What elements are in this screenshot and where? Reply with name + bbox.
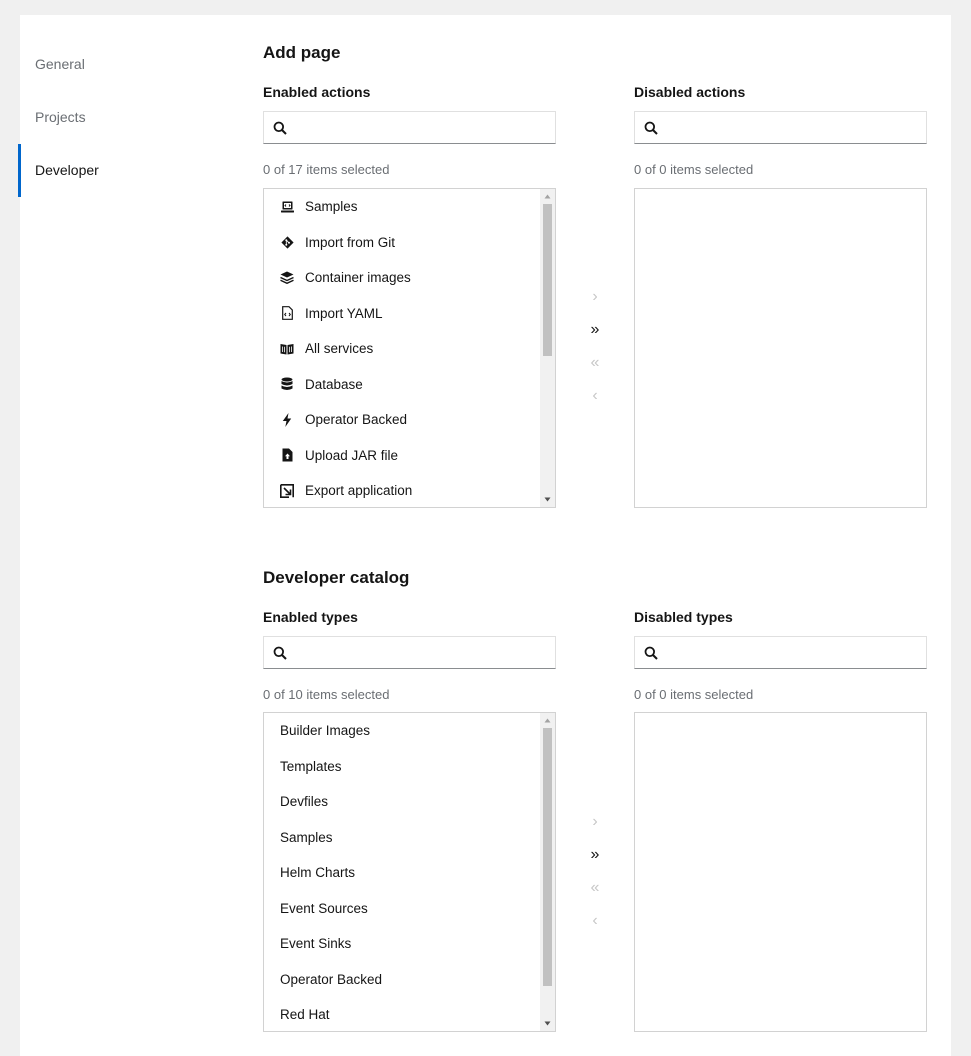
scroll-down-arrow-icon[interactable] — [540, 492, 555, 507]
list-item[interactable]: Event Sources — [264, 891, 555, 927]
disabled-types-list[interactable] — [634, 712, 927, 1032]
list-item[interactable]: Import from Git — [264, 225, 555, 261]
tab-general[interactable]: General — [20, 38, 220, 91]
file-upload-icon — [280, 448, 294, 462]
scrollbar[interactable] — [540, 713, 555, 1031]
list-item-label: Operator Backed — [305, 412, 408, 428]
enabled-types-search[interactable] — [263, 636, 556, 669]
search-icon — [273, 121, 287, 135]
enabled-actions-count: 0 of 17 items selected — [263, 162, 390, 177]
layer-group-icon — [280, 271, 294, 285]
disabled-actions-search[interactable] — [634, 111, 927, 144]
enabled-types-list[interactable]: Builder Images Templates Devfiles Sample… — [263, 712, 556, 1032]
list-item[interactable]: Upload JAR file — [264, 438, 555, 474]
list-item[interactable]: Samples — [264, 189, 555, 225]
enabled-types-label: Enabled types — [263, 609, 358, 625]
list-item[interactable]: Helm Charts — [264, 855, 555, 891]
disabled-actions-search-input[interactable] — [665, 112, 920, 143]
tab-developer[interactable]: Developer — [18, 144, 220, 197]
list-item[interactable]: All services — [264, 331, 555, 367]
remove-selected-button[interactable]: ‹ — [585, 911, 605, 931]
search-icon — [644, 121, 658, 135]
scrollbar-thumb[interactable] — [543, 728, 552, 986]
book-icon — [280, 342, 294, 356]
list-item-label: Samples — [305, 199, 358, 215]
enabled-actions-search[interactable] — [263, 111, 556, 144]
list-item[interactable]: Red Hat — [264, 997, 555, 1031]
remove-all-button[interactable]: « — [585, 353, 605, 373]
search-icon — [273, 646, 287, 660]
scroll-up-arrow-icon[interactable] — [540, 713, 555, 728]
add-all-button[interactable]: » — [585, 845, 605, 865]
scrollbar-thumb[interactable] — [543, 204, 552, 356]
tab-projects[interactable]: Projects — [20, 91, 220, 144]
list-item[interactable]: Operator Backed — [264, 402, 555, 438]
file-code-icon — [280, 306, 294, 321]
remove-all-button[interactable]: « — [585, 878, 605, 898]
list-item[interactable]: Container images — [264, 260, 555, 296]
search-icon — [644, 646, 658, 660]
list-item-label: Container images — [305, 270, 411, 286]
git-icon — [280, 235, 294, 249]
list-item[interactable]: Database — [264, 367, 555, 403]
disabled-actions-count: 0 of 0 items selected — [634, 162, 754, 177]
disabled-actions-list[interactable] — [634, 188, 927, 508]
add-selected-button[interactable]: › — [585, 287, 605, 307]
disabled-types-search-input[interactable] — [665, 637, 920, 668]
add-all-button[interactable]: » — [585, 320, 605, 340]
enabled-actions-search-input[interactable] — [294, 112, 549, 143]
list-item[interactable]: Event Sinks — [264, 926, 555, 962]
list-item-label: Import YAML — [305, 305, 383, 321]
enabled-actions-list[interactable]: Samples Import from Git Container images… — [263, 188, 556, 508]
add-page-title: Add page — [263, 43, 341, 62]
scroll-up-arrow-icon[interactable] — [540, 189, 555, 204]
enabled-actions-label: Enabled actions — [263, 84, 371, 100]
remove-selected-button[interactable]: ‹ — [585, 386, 605, 406]
disabled-types-label: Disabled types — [634, 609, 733, 625]
list-item[interactable]: Devfiles — [264, 784, 555, 820]
export-icon — [280, 483, 294, 498]
developer-catalog-title: Developer catalog — [263, 568, 410, 587]
laptop-code-icon — [280, 200, 294, 214]
enabled-types-search-input[interactable] — [294, 637, 549, 668]
list-item[interactable]: Templates — [264, 749, 555, 785]
scrollbar[interactable] — [540, 189, 555, 507]
vertical-tabs: General Projects Developer — [18, 38, 220, 197]
list-item[interactable]: Operator Backed — [264, 962, 555, 998]
list-item-label: All services — [305, 341, 374, 357]
list-item[interactable]: Import YAML — [264, 296, 555, 332]
enabled-types-count: 0 of 10 items selected — [263, 687, 390, 702]
scroll-down-arrow-icon[interactable] — [540, 1016, 555, 1031]
disabled-types-count: 0 of 0 items selected — [634, 687, 754, 702]
list-item-label: Database — [305, 376, 363, 392]
list-item-label: Upload JAR file — [305, 447, 399, 463]
add-selected-button[interactable]: › — [585, 812, 605, 832]
disabled-types-search[interactable] — [634, 636, 927, 669]
bolt-icon — [280, 412, 294, 427]
database-icon — [280, 377, 294, 391]
settings-panel: General Projects Developer Add page Enab… — [18, 15, 951, 1056]
disabled-actions-label: Disabled actions — [634, 84, 746, 100]
list-item-label: Export application — [305, 483, 413, 499]
list-item[interactable]: Samples — [264, 820, 555, 856]
list-item-label: Import from Git — [305, 234, 396, 250]
list-item[interactable]: Export application — [264, 473, 555, 507]
list-item[interactable]: Builder Images — [264, 713, 555, 749]
